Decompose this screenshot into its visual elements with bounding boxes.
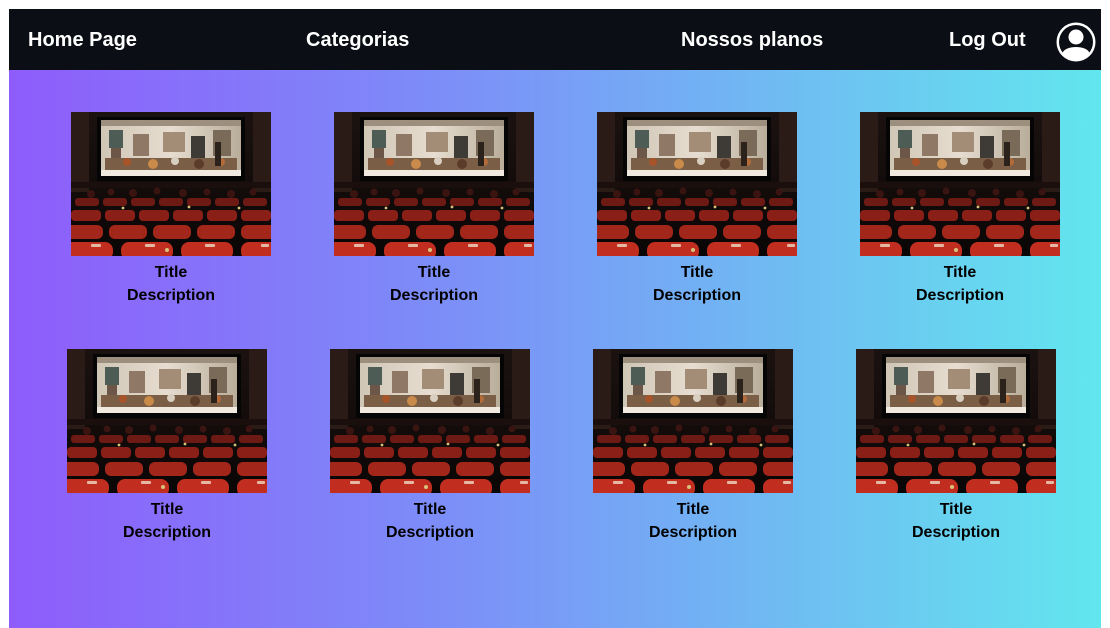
movie-card[interactable]: Title Description — [330, 349, 530, 544]
movie-description: Description — [126, 287, 215, 304]
cinema-thumbnail[interactable] — [860, 112, 1060, 256]
nav-categories-link[interactable]: Categorias — [306, 9, 409, 70]
movie-title: Title — [150, 501, 184, 518]
cinema-thumbnail[interactable] — [334, 112, 534, 256]
movie-card[interactable]: Title Description — [856, 349, 1056, 544]
movie-card[interactable]: Title Description — [67, 349, 267, 544]
movie-card[interactable]: Title Description — [593, 349, 793, 544]
movie-title: Title — [676, 501, 710, 518]
app-frame: Home Page Categorias Nossos planos Log O… — [9, 9, 1101, 628]
nav-home-link[interactable]: Home Page — [28, 9, 137, 70]
movie-title: Title — [154, 264, 188, 281]
movie-card[interactable]: Title Description — [334, 112, 534, 307]
movie-description: Description — [122, 524, 211, 541]
cinema-thumbnail[interactable] — [593, 349, 793, 493]
movie-description: Description — [648, 524, 737, 541]
cinema-thumbnail[interactable] — [856, 349, 1056, 493]
movie-title: Title — [943, 264, 977, 281]
movie-description: Description — [652, 287, 741, 304]
movie-title: Title — [680, 264, 714, 281]
movie-card[interactable]: Title Description — [71, 112, 271, 307]
movie-description: Description — [911, 524, 1000, 541]
cinema-thumbnail[interactable] — [67, 349, 267, 493]
cinema-thumbnail[interactable] — [597, 112, 797, 256]
movie-title: Title — [417, 264, 451, 281]
nav-plans-link[interactable]: Nossos planos — [681, 9, 823, 70]
movie-description: Description — [385, 524, 474, 541]
cinema-thumbnail[interactable] — [330, 349, 530, 493]
movie-card[interactable]: Title Description — [860, 112, 1060, 307]
movie-title: Title — [413, 501, 447, 518]
movie-card[interactable]: Title Description — [597, 112, 797, 307]
top-navbar: Home Page Categorias Nossos planos Log O… — [9, 9, 1101, 70]
nav-logout-link[interactable]: Log Out — [949, 9, 1026, 70]
movie-title: Title — [939, 501, 973, 518]
cinema-thumbnail[interactable] — [71, 112, 271, 256]
user-circle-icon[interactable] — [1055, 21, 1097, 63]
movie-description: Description — [915, 287, 1004, 304]
movie-description: Description — [389, 287, 478, 304]
